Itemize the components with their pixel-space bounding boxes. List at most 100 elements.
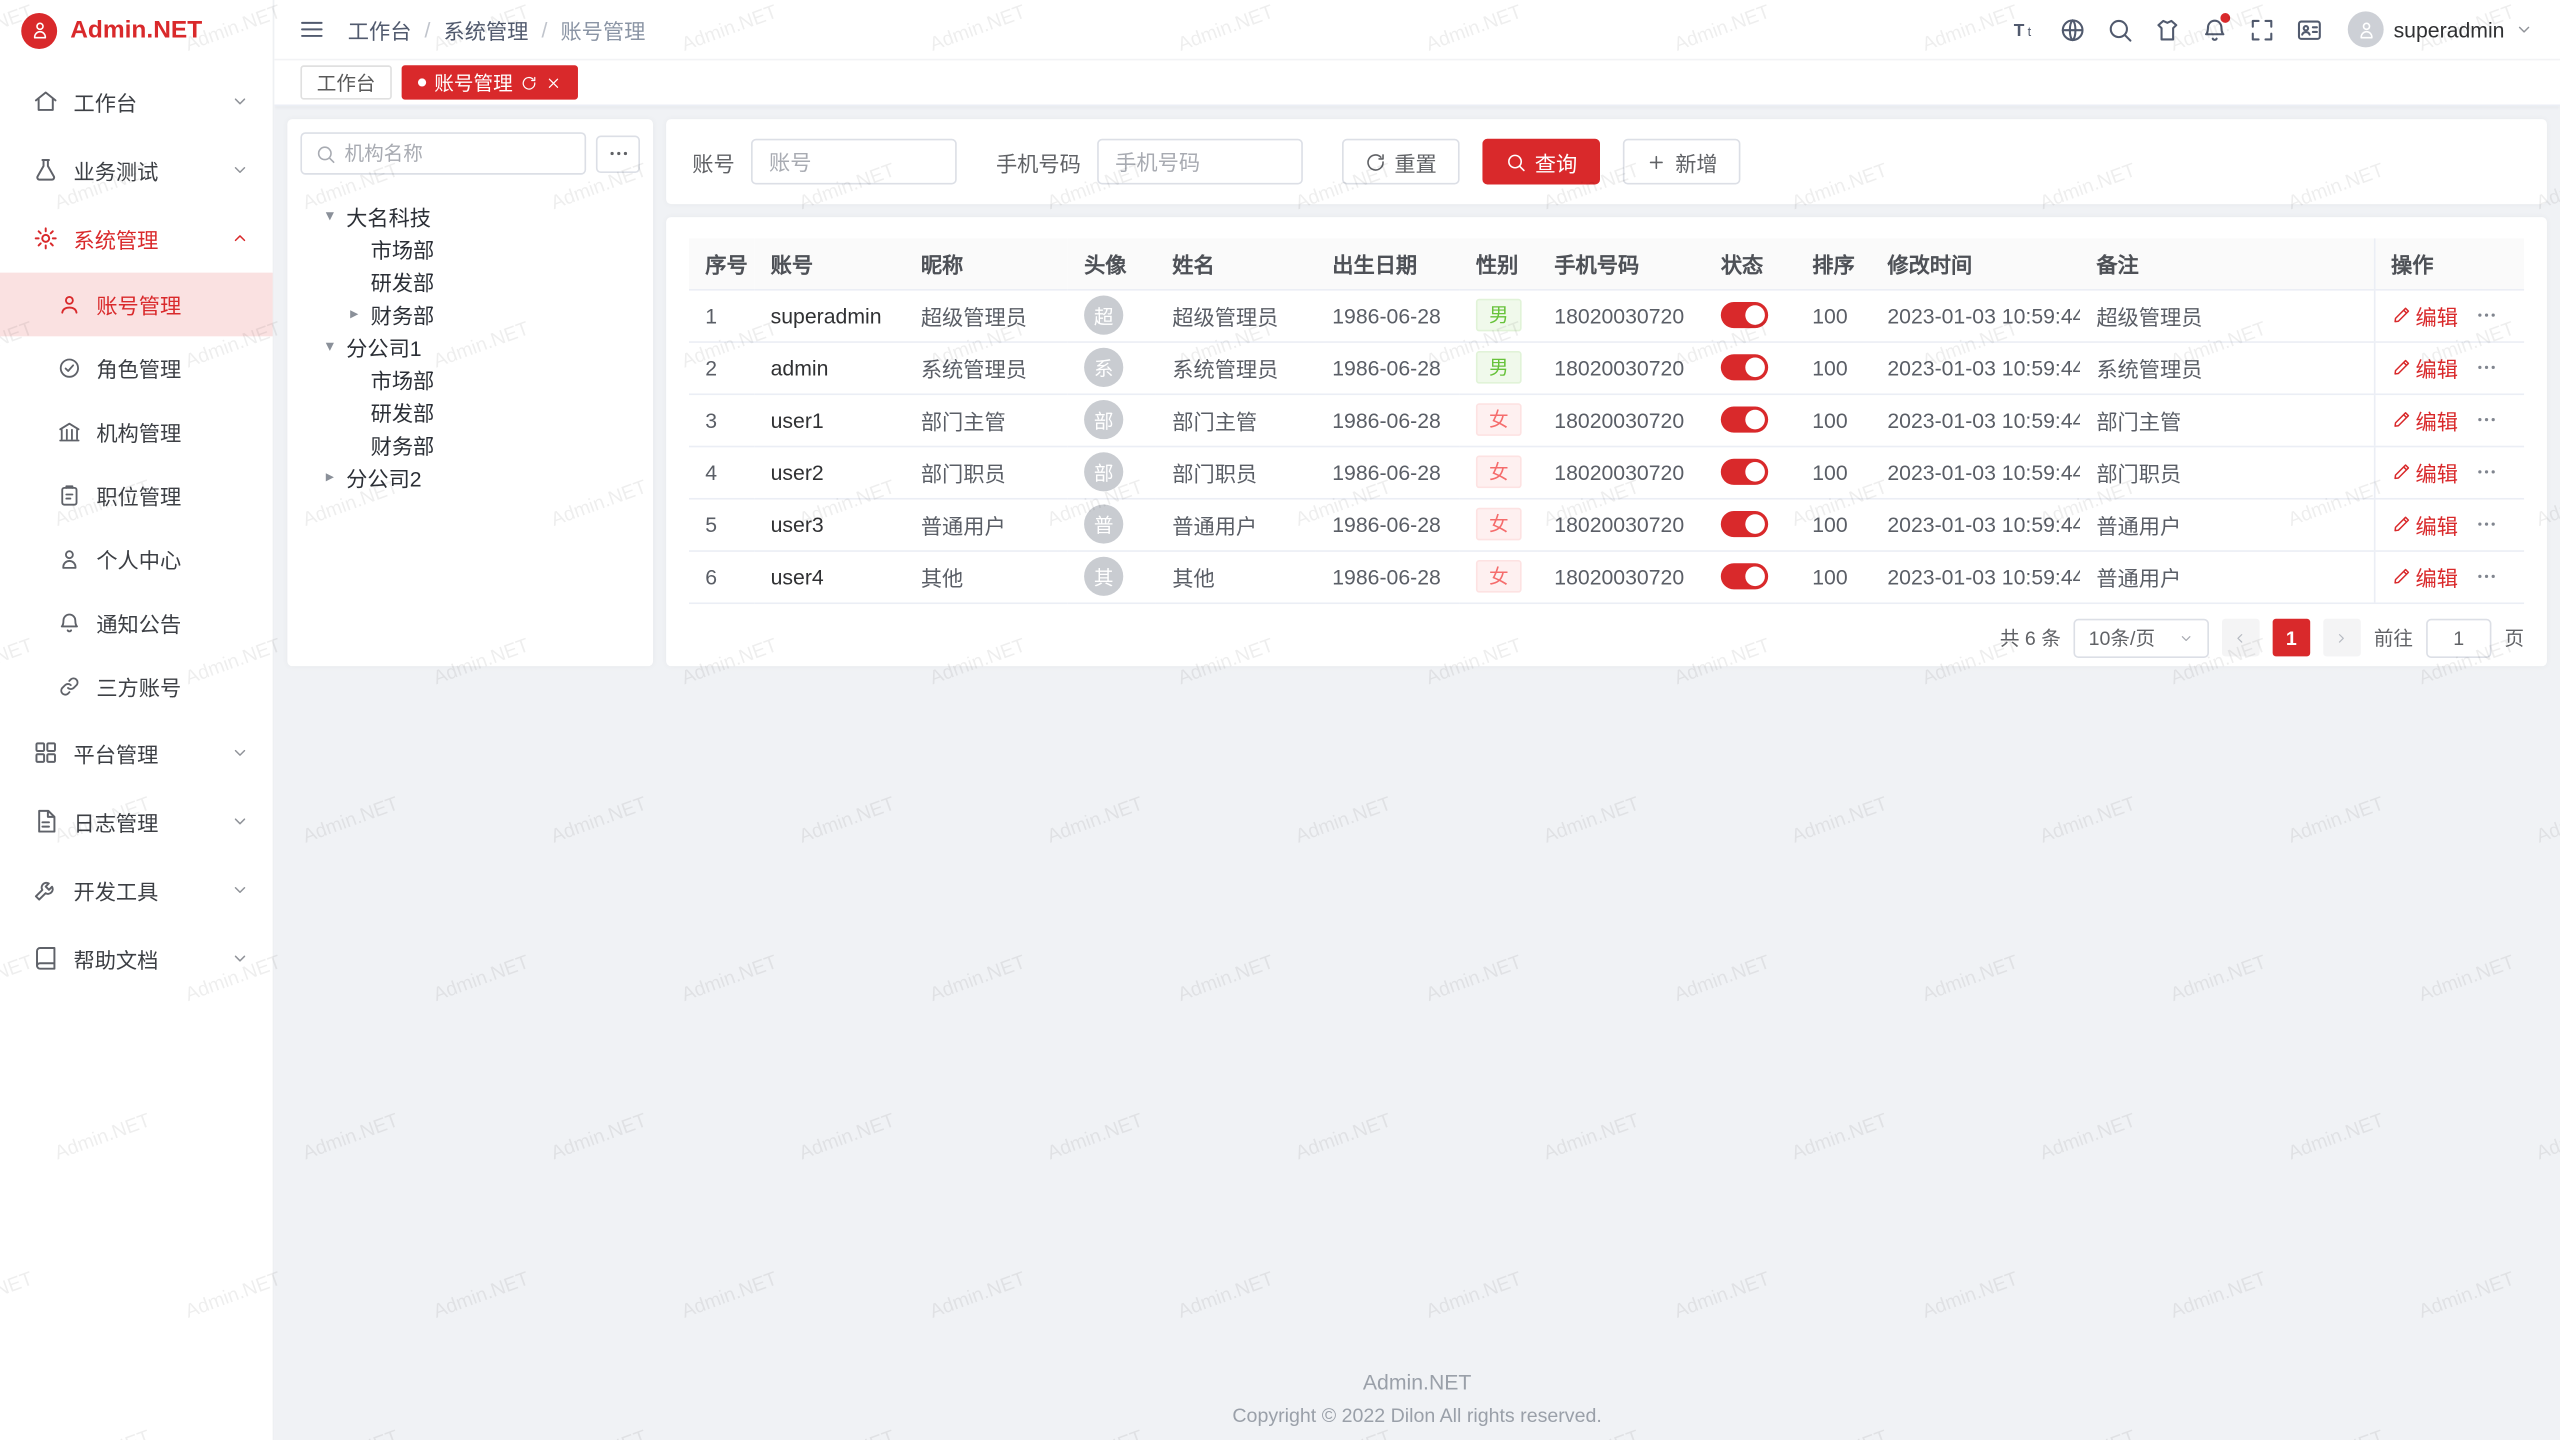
tree-node[interactable]: ▸财务部 bbox=[304, 297, 637, 330]
sidebar-subitem-position-management[interactable]: 职位管理 bbox=[0, 464, 273, 528]
sidebar-subitem-notice-announcement[interactable]: 通知公告 bbox=[0, 591, 273, 655]
prev-page-button[interactable] bbox=[2222, 619, 2260, 657]
cell-account: admin bbox=[754, 341, 904, 393]
breadcrumb-item: 账号管理 bbox=[560, 14, 645, 45]
user-menu[interactable]: superadmin bbox=[2348, 11, 2534, 47]
org-search-input[interactable] bbox=[344, 142, 571, 165]
tree-node[interactable]: 研发部 bbox=[304, 264, 637, 297]
reset-button[interactable]: 重置 bbox=[1342, 139, 1460, 185]
status-toggle[interactable] bbox=[1721, 355, 1768, 381]
sidebar-item-help-docs[interactable]: 帮助文档 bbox=[0, 924, 273, 993]
text-size-button[interactable]: Tt bbox=[2003, 7, 2047, 51]
footer: Admin.NET Copyright © 2022 Dilon All rig… bbox=[274, 1370, 2560, 1427]
theme-button[interactable] bbox=[2145, 7, 2189, 51]
chevron-down-icon bbox=[230, 160, 250, 180]
status-toggle[interactable] bbox=[1721, 564, 1768, 590]
chevron-down-icon bbox=[230, 91, 250, 111]
sidebar-item-business-test[interactable]: 业务测试 bbox=[0, 136, 273, 205]
sidebar-item-log-management[interactable]: 日志管理 bbox=[0, 787, 273, 856]
tree-node[interactable]: 财务部 bbox=[304, 428, 637, 461]
notifications-button[interactable] bbox=[2193, 7, 2237, 51]
row-more-icon[interactable] bbox=[2474, 356, 2497, 379]
row-more-icon[interactable] bbox=[2474, 513, 2497, 536]
text-size-icon: Tt bbox=[2012, 16, 2040, 44]
tree-node[interactable]: 市场部 bbox=[304, 232, 637, 265]
profile-card-button[interactable] bbox=[2287, 7, 2331, 51]
org-more-button[interactable] bbox=[596, 135, 640, 173]
fullscreen-button[interactable] bbox=[2240, 7, 2284, 51]
cell-account: user3 bbox=[754, 498, 904, 550]
menu-collapse-icon[interactable] bbox=[299, 16, 325, 42]
tree-caret-icon[interactable]: ▸ bbox=[344, 304, 364, 322]
sidebar-item-dev-tools[interactable]: 开发工具 bbox=[0, 856, 273, 925]
cell-avatar: 普 bbox=[1068, 498, 1156, 550]
chevron-down-icon bbox=[230, 880, 250, 900]
breadcrumb-item[interactable]: 系统管理 bbox=[443, 14, 528, 45]
cell-status bbox=[1704, 393, 1795, 445]
edit-button[interactable]: 编辑 bbox=[2391, 456, 2458, 487]
sidebar-item-platform-management[interactable]: 平台管理 bbox=[0, 718, 273, 787]
tab-close-icon[interactable] bbox=[545, 74, 561, 90]
next-page-button[interactable] bbox=[2323, 619, 2361, 657]
row-more-icon[interactable] bbox=[2474, 565, 2497, 588]
tree-caret-icon[interactable]: ▸ bbox=[320, 468, 340, 486]
row-more-icon[interactable] bbox=[2474, 408, 2497, 431]
status-toggle[interactable] bbox=[1721, 407, 1768, 433]
tab-active-dot bbox=[418, 78, 426, 86]
edit-button[interactable]: 编辑 bbox=[2391, 404, 2458, 435]
status-toggle[interactable] bbox=[1721, 459, 1768, 485]
add-button[interactable]: 新增 bbox=[1623, 139, 1741, 185]
cell-nickname: 系统管理员 bbox=[904, 341, 1067, 393]
gear-icon bbox=[33, 225, 59, 251]
tree-node[interactable]: ▾大名科技 bbox=[304, 199, 637, 232]
row-more-icon[interactable] bbox=[2474, 304, 2497, 327]
search-button[interactable] bbox=[2098, 7, 2142, 51]
column-header: 性别 bbox=[1460, 238, 1538, 289]
sidebar-subitem-org-management[interactable]: 机构管理 bbox=[0, 400, 273, 464]
search-icon bbox=[2106, 16, 2134, 44]
table-row: 4user2部门职员部部门职员1986-06-28女18020030720100… bbox=[689, 446, 2524, 498]
sidebar-subitem-third-party-account[interactable]: 三方账号 bbox=[0, 655, 273, 719]
page-1-button[interactable]: 1 bbox=[2273, 619, 2311, 657]
tree-caret-icon[interactable]: ▾ bbox=[320, 337, 340, 355]
cell-phone: 18020030720 bbox=[1538, 550, 1705, 602]
bell-icon bbox=[57, 611, 81, 635]
breadcrumb-item[interactable]: 工作台 bbox=[348, 14, 412, 45]
page-size-select[interactable]: 10条/页 bbox=[2074, 618, 2209, 657]
sidebar-item-workbench[interactable]: 工作台 bbox=[0, 67, 273, 136]
tree-node[interactable]: ▾分公司1 bbox=[304, 330, 637, 363]
edit-button[interactable]: 编辑 bbox=[2391, 561, 2458, 592]
tab-workbench[interactable]: 工作台 bbox=[300, 65, 391, 99]
cell-name: 系统管理员 bbox=[1156, 341, 1316, 393]
account-input[interactable] bbox=[751, 139, 957, 185]
cell-gender: 男 bbox=[1460, 289, 1538, 341]
tab-refresh-icon[interactable] bbox=[521, 74, 537, 90]
sidebar-item-system-management[interactable]: 系统管理 bbox=[0, 204, 273, 273]
tree-node-label: 研发部 bbox=[371, 265, 435, 296]
cell-phone: 18020030720 bbox=[1538, 289, 1705, 341]
edit-button-label: 编辑 bbox=[2416, 352, 2458, 383]
tree-node[interactable]: 市场部 bbox=[304, 362, 637, 395]
tree-node[interactable]: ▸分公司2 bbox=[304, 460, 637, 493]
search-button[interactable]: 查询 bbox=[1483, 139, 1601, 185]
tab-account-management[interactable]: 账号管理 bbox=[402, 65, 578, 99]
cell-order: 100 bbox=[1796, 393, 1871, 445]
chevron-up-icon bbox=[230, 229, 250, 249]
sidebar-subitem-account-management[interactable]: 账号管理 bbox=[0, 273, 273, 337]
breadcrumb-separator: / bbox=[425, 17, 431, 41]
tree-caret-icon[interactable]: ▾ bbox=[320, 207, 340, 225]
goto-page-input[interactable] bbox=[2426, 618, 2491, 657]
sidebar-subitem-profile-center[interactable]: 个人中心 bbox=[0, 527, 273, 591]
tree-node[interactable]: 研发部 bbox=[304, 395, 637, 428]
badge-icon bbox=[57, 483, 81, 507]
status-toggle[interactable] bbox=[1721, 511, 1768, 537]
row-more-icon[interactable] bbox=[2474, 460, 2497, 483]
edit-button[interactable]: 编辑 bbox=[2391, 352, 2458, 383]
status-toggle[interactable] bbox=[1721, 303, 1768, 329]
sidebar-subitem-role-management[interactable]: 角色管理 bbox=[0, 336, 273, 400]
phone-input[interactable] bbox=[1097, 139, 1303, 185]
language-button[interactable] bbox=[2051, 7, 2095, 51]
gender-tag: 女 bbox=[1476, 456, 1522, 489]
edit-button[interactable]: 编辑 bbox=[2391, 509, 2458, 540]
edit-button[interactable]: 编辑 bbox=[2391, 300, 2458, 331]
